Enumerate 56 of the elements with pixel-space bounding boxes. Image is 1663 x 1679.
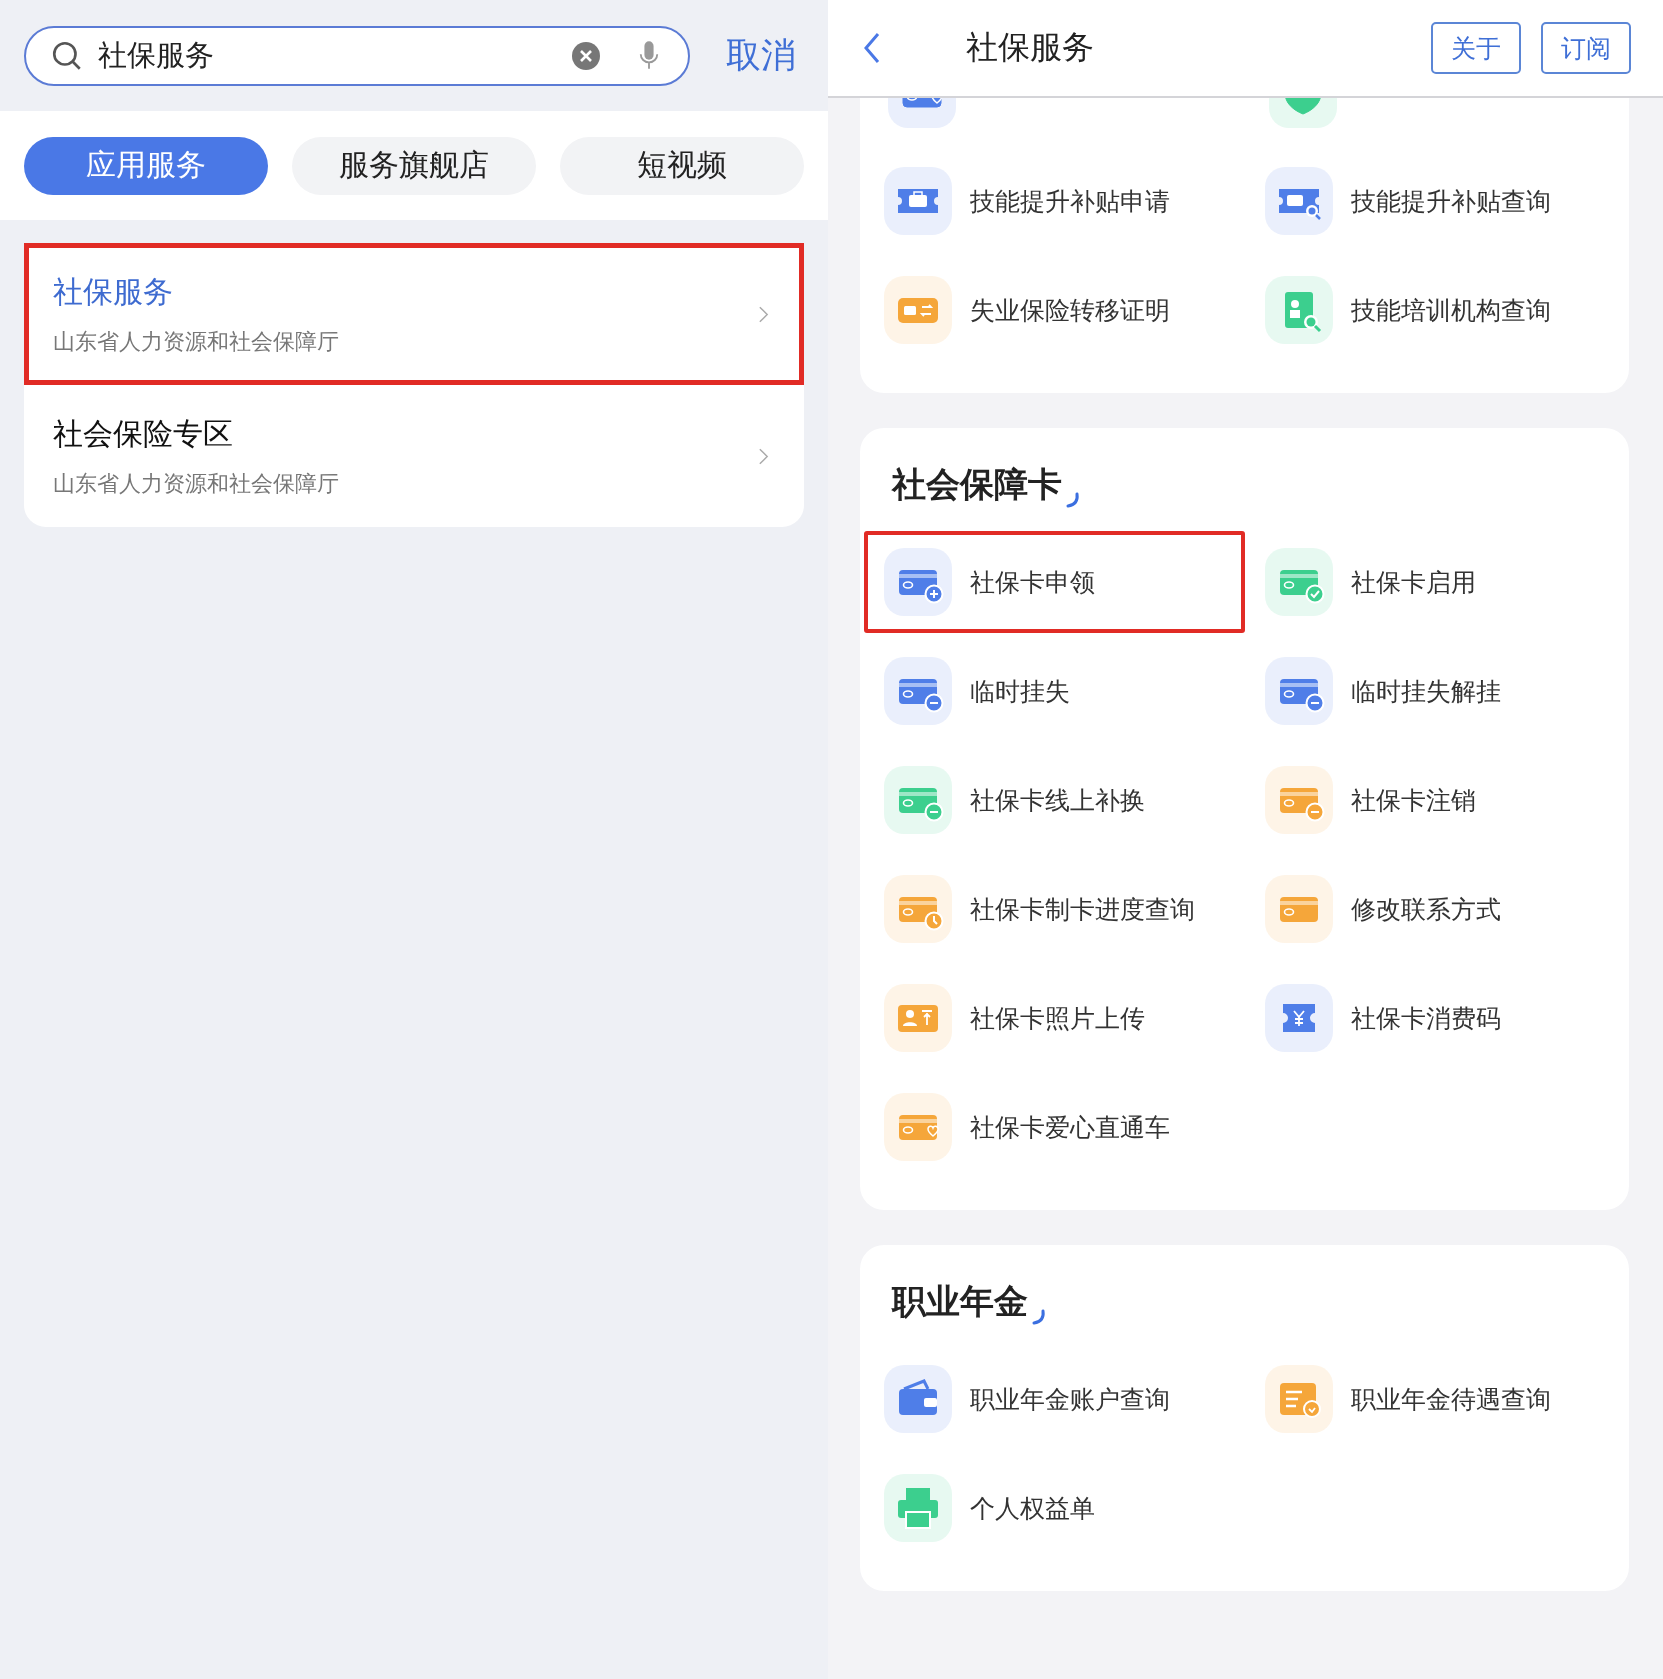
service-item[interactable]: 社保卡爱心直通车	[864, 1076, 1245, 1178]
ticket-icon	[1265, 984, 1333, 1052]
service-item[interactable]: 社保卡照片上传	[864, 967, 1245, 1069]
card-minus-icon	[1265, 657, 1333, 725]
card-icon	[1265, 875, 1333, 943]
clear-icon[interactable]	[572, 41, 600, 70]
service-item[interactable]: 修改联系方式	[1245, 858, 1625, 960]
service-item[interactable]: 社保卡申领	[864, 531, 1245, 633]
service-item[interactable]: 社保卡线上补换	[864, 749, 1245, 851]
page-title: 社保服务	[966, 27, 1095, 68]
briefcase-search-icon	[1265, 167, 1333, 235]
service-item[interactable]: 临时挂失	[864, 640, 1245, 742]
service-item[interactable]: 技能提升补贴查询	[1245, 150, 1625, 252]
filter-tab[interactable]: 应用服务	[24, 136, 268, 195]
swoosh-icon	[1032, 1309, 1046, 1325]
card-plus-icon	[884, 548, 952, 616]
briefcase-icon	[884, 167, 952, 235]
printer-icon	[884, 1474, 952, 1542]
chevron-right-icon	[758, 304, 769, 324]
wallet-icon	[884, 1365, 952, 1433]
swoosh-icon	[1066, 492, 1080, 508]
service-item[interactable]: 职业年金账户查询	[864, 1348, 1245, 1450]
service-item[interactable]: 失业保险转移证明	[864, 259, 1245, 361]
service-item[interactable]: 技能培训机构查询	[1245, 259, 1625, 361]
card-minus-icon	[884, 766, 952, 834]
result-title: 社保服务	[53, 272, 174, 311]
service-item[interactable]: 个人权益单	[864, 1457, 1245, 1559]
back-icon[interactable]	[862, 31, 882, 65]
document-icon	[1265, 1365, 1333, 1433]
cancel-link[interactable]: 取消	[726, 32, 796, 79]
service-item[interactable]: 社保卡消费码	[1245, 967, 1625, 1069]
result-subtitle: 山东省人力资源和社会保障厅	[53, 469, 339, 498]
service-item[interactable]: 技能提升补贴申请	[864, 150, 1245, 252]
search-field[interactable]: 社保服务	[24, 25, 690, 86]
service-item[interactable]: 职业年金待遇查询	[1245, 1348, 1625, 1450]
service-item[interactable]: 社保卡启用	[1245, 531, 1625, 633]
id-card-icon	[884, 984, 952, 1052]
card-minus-icon	[1265, 766, 1333, 834]
header-button[interactable]: 关于	[1431, 22, 1521, 74]
chevron-right-icon	[758, 446, 769, 466]
service-item[interactable]: 社保卡制卡进度查询	[864, 858, 1245, 960]
result-item[interactable]: 社会保险专区 山东省人力资源和社会保障厅	[24, 385, 804, 527]
filter-tab[interactable]: 短视频	[560, 136, 804, 195]
section-title: 职业年金	[892, 1280, 1028, 1323]
filter-tab[interactable]: 服务旗舰店	[292, 136, 536, 195]
card-check-icon	[1265, 548, 1333, 616]
section-title: 社会保障卡	[892, 463, 1062, 506]
card-clock-icon	[884, 875, 952, 943]
service-item[interactable]: 临时挂失解挂	[1245, 640, 1625, 742]
header-button[interactable]: 订阅	[1541, 22, 1631, 74]
result-item[interactable]: 社保服务 山东省人力资源和社会保障厅	[24, 243, 804, 385]
result-title: 社会保险专区	[53, 414, 234, 453]
document-search-icon	[1265, 276, 1333, 344]
service-item[interactable]: 社保卡注销	[1245, 749, 1625, 851]
result-subtitle: 山东省人力资源和社会保障厅	[53, 327, 339, 356]
card-minus-icon	[884, 657, 952, 725]
